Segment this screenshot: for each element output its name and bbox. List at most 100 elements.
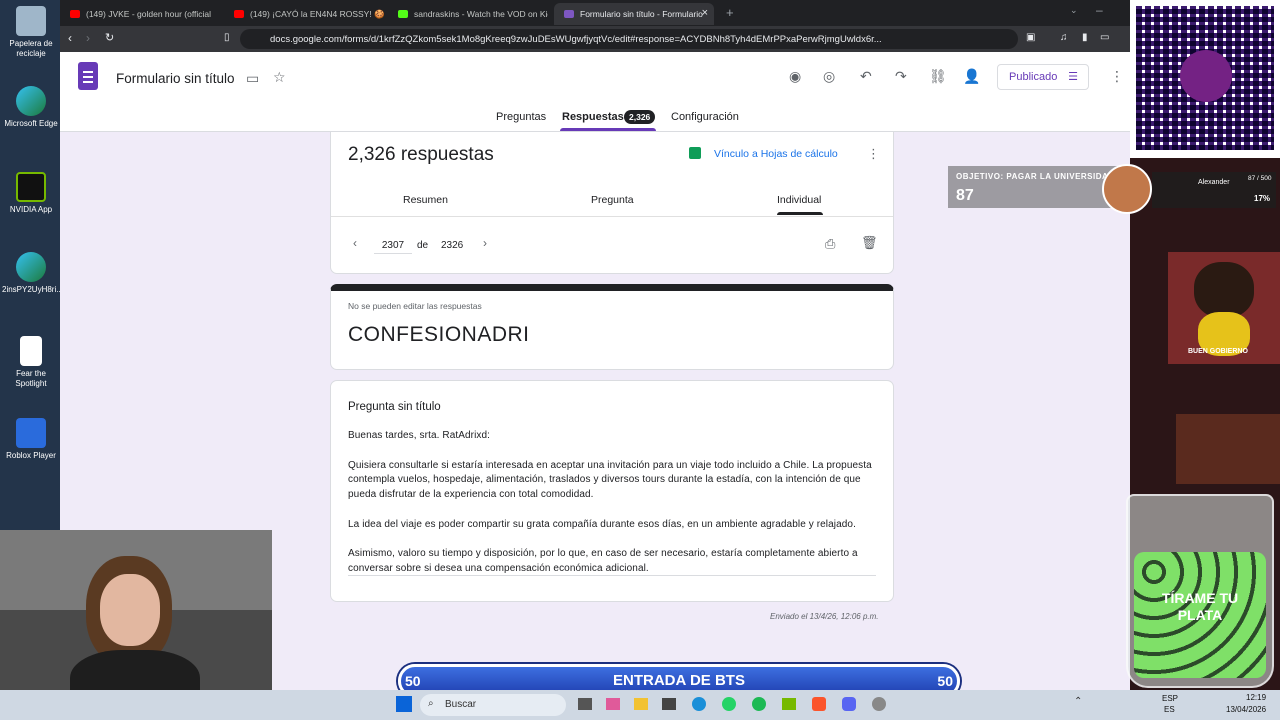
google-forms-icon[interactable] xyxy=(78,62,98,90)
cannot-edit-note: No se pueden editar las respuestas xyxy=(348,301,482,311)
tab-preguntas[interactable]: Preguntas xyxy=(496,111,546,123)
banner-right-value: 50 xyxy=(937,673,953,689)
desktop-icon-roblox[interactable]: Roblox Player xyxy=(2,418,60,461)
sheets-icon xyxy=(689,147,701,159)
media-icon[interactable]: ♫ xyxy=(1060,32,1068,43)
more-vert-icon[interactable]: ⋮ xyxy=(1110,68,1124,85)
question-card: Pregunta sin título Buenas tardes, srta.… xyxy=(330,380,894,602)
youtube-icon xyxy=(234,10,244,18)
sheets-link[interactable]: Vínculo a Hojas de cálculo xyxy=(714,148,838,160)
question-title: Pregunta sin título xyxy=(348,401,441,413)
tab-strip: (149) JVKE - golden hour (official (149)… xyxy=(60,0,1130,26)
undo-icon[interactable]: ↶ xyxy=(860,68,872,85)
subtab-pregunta[interactable]: Pregunta xyxy=(591,194,634,206)
dog-caption: BUEN GOBIERNO xyxy=(1188,348,1248,355)
clock-time[interactable]: 12:19 xyxy=(1246,693,1266,702)
close-tab-icon[interactable]: × xyxy=(702,7,708,19)
game-thumbnail xyxy=(1176,414,1280,484)
tab-search-icon[interactable]: ⌄ xyxy=(1070,5,1078,16)
minimize-icon[interactable]: – xyxy=(1096,3,1103,17)
pager-of-label: de xyxy=(417,240,429,251)
divider xyxy=(331,216,893,217)
brave-icon[interactable] xyxy=(812,697,826,711)
redo-icon[interactable]: ↷ xyxy=(895,68,907,85)
desktop-icon-edge[interactable]: Microsoft Edge xyxy=(2,86,60,129)
reload-icon[interactable]: ↻ xyxy=(105,31,114,44)
sidebar-icon[interactable]: ▮ xyxy=(1082,32,1088,43)
extensions-icon[interactable]: ▣ xyxy=(1026,32,1035,43)
url-field[interactable]: docs.google.com/forms/d/1krfZzQZkom5sek1… xyxy=(240,29,1018,49)
taskbar-search[interactable]: ⌕ Buscar xyxy=(420,694,566,716)
goal-value: 87 xyxy=(956,187,974,204)
copilot-icon[interactable] xyxy=(606,698,620,710)
language-indicator-sub: ES xyxy=(1164,705,1175,714)
more-vert-icon[interactable]: ⋮ xyxy=(867,146,880,162)
forward-icon[interactable]: › xyxy=(86,31,90,45)
desktop-icon-nvidia[interactable]: NVIDIA App xyxy=(2,172,60,215)
discord-icon[interactable] xyxy=(842,697,856,711)
link-icon[interactable]: ⛓ xyxy=(929,68,947,85)
answer-paragraph: La idea del viaje es poder compartir su … xyxy=(348,518,856,530)
browser-tab[interactable]: (149) ¡CAYÓ la EN4N4 ROSSY! 🍪 xyxy=(224,3,384,25)
desktop-icon-edge-2[interactable]: 2insPY2UyH8ri... xyxy=(2,252,63,295)
yape-logo-icon xyxy=(1180,50,1232,102)
donor-name: Alexander xyxy=(1198,179,1230,186)
task-view-icon[interactable] xyxy=(578,698,592,710)
youtube-icon xyxy=(70,10,80,18)
desktop-icon-recycle-bin[interactable]: Papelera de reciclaje xyxy=(2,6,60,59)
back-icon[interactable]: ‹ xyxy=(68,31,72,45)
banner-title: ENTRADA DE BTS xyxy=(613,672,745,689)
search-icon: ⌕ xyxy=(428,698,434,709)
palette-icon[interactable]: ◉ xyxy=(789,68,801,85)
add-collaborator-icon[interactable]: 👤 xyxy=(963,68,980,85)
tab-respuestas[interactable]: Respuestas xyxy=(562,111,624,123)
donor-avatar xyxy=(1102,164,1152,214)
response-number-input[interactable]: 2307 xyxy=(374,240,412,254)
forms-header: Formulario sin título ▭ ☆ ◉ ◎ ↶ ↷ ⛓ 👤 Pu… xyxy=(60,52,1130,132)
form-name: CONFESIONADRI xyxy=(348,323,530,346)
browser-tab-active[interactable]: Formulario sin título - Formulario × xyxy=(554,3,714,25)
spotify-icon[interactable] xyxy=(752,697,766,711)
next-response-icon[interactable]: › xyxy=(483,236,487,250)
store-icon[interactable] xyxy=(662,698,676,710)
browser-tab[interactable]: (149) JVKE - golden hour (official xyxy=(60,3,220,25)
donor-card: Alexander 87 / 500 17% xyxy=(1152,172,1276,208)
new-tab-icon[interactable]: + xyxy=(726,5,734,20)
nvidia-icon xyxy=(16,172,46,202)
bookmark-icon[interactable]: ▯ xyxy=(224,32,230,43)
subtab-resumen[interactable]: Resumen xyxy=(403,194,448,206)
nvidia-icon[interactable] xyxy=(782,698,796,710)
preview-eye-icon[interactable]: ◎ xyxy=(823,68,835,85)
goal-label: OBJETIVO: PAGAR LA UNIVERSIDAD xyxy=(956,172,1115,181)
tab-configuracion[interactable]: Configuración xyxy=(671,111,739,123)
folder-icon[interactable]: ▭ xyxy=(246,70,259,87)
obs-icon[interactable] xyxy=(872,697,886,711)
whatsapp-icon[interactable] xyxy=(722,697,736,711)
delete-icon[interactable]: 🗑 xyxy=(861,235,878,251)
tray-chevron-icon[interactable]: ⌃ xyxy=(1074,696,1082,707)
edge-icon xyxy=(16,252,46,282)
subtab-individual[interactable]: Individual xyxy=(777,194,821,206)
desktop-icon-file[interactable]: Fear the Spotlight xyxy=(2,336,60,389)
form-title[interactable]: Formulario sin título xyxy=(116,71,235,86)
wallet-icon[interactable]: ▭ xyxy=(1100,32,1109,43)
star-icon[interactable]: ☆ xyxy=(273,69,286,86)
donor-percent: 17% xyxy=(1254,194,1271,203)
form-header-card: No se pueden editar las respuestas CONFE… xyxy=(330,284,894,370)
address-bar: ‹ › ↻ ▯ docs.google.com/forms/d/1krfZzQZ… xyxy=(60,26,1130,52)
start-icon[interactable] xyxy=(396,696,412,712)
edge-icon[interactable] xyxy=(692,697,706,711)
browser-tab[interactable]: sandraskins - Watch the VOD on Kick xyxy=(388,3,548,25)
pager-total: 2326 xyxy=(441,240,464,251)
file-explorer-icon[interactable] xyxy=(634,698,648,710)
recycle-bin-icon xyxy=(16,6,46,36)
prev-response-icon[interactable]: ‹ xyxy=(353,236,357,250)
donor-progress: 87 / 500 xyxy=(1248,175,1272,182)
answer-paragraph: Buenas tardes, srta. RatAdrixd: xyxy=(348,430,491,441)
published-button[interactable]: Publicado ☰ xyxy=(997,64,1089,90)
language-indicator[interactable]: ESP xyxy=(1162,694,1178,703)
responses-card: 2,326 respuestas Vínculo a Hojas de cálc… xyxy=(330,132,894,274)
print-icon[interactable]: ⎙ xyxy=(825,236,835,252)
forms-icon xyxy=(564,10,574,18)
responses-count-title: 2,326 respuestas xyxy=(348,144,494,165)
